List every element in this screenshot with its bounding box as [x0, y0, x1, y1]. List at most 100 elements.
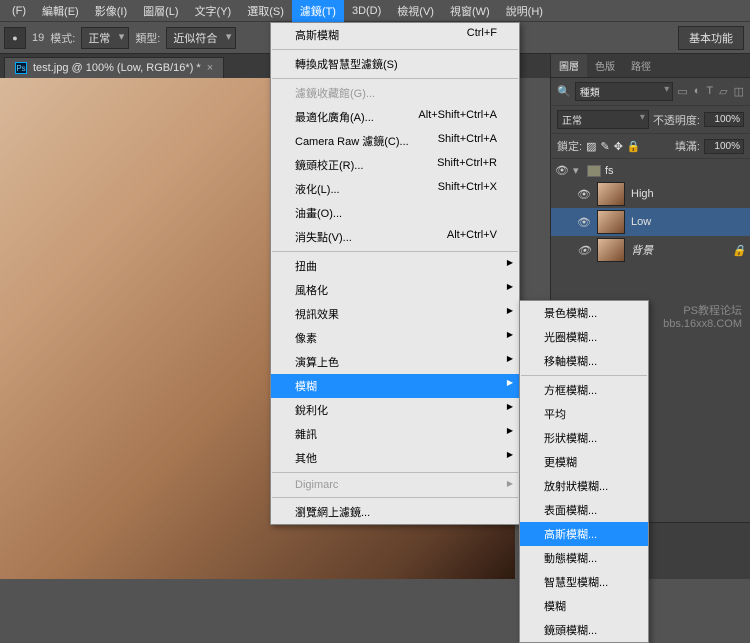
filter-menu-item[interactable]: 演算上色	[271, 350, 519, 374]
menu-window[interactable]: 視窗(W)	[442, 0, 498, 22]
blur-submenu-item[interactable]: 高斯模糊...	[520, 522, 648, 546]
lock-icon: 🔒	[732, 244, 746, 257]
filter-menu-item[interactable]: 風格化	[271, 278, 519, 302]
layer-list: 👁 ▾ fs 👁 High 👁 Low 👁 背景 🔒	[551, 159, 750, 264]
blur-submenu-item[interactable]: 平均	[520, 402, 648, 426]
type-label: 類型:	[135, 30, 160, 46]
ps-icon: Ps	[15, 62, 27, 74]
blur-submenu-item[interactable]: 智慧型模糊...	[520, 570, 648, 594]
layer-name: Low	[631, 216, 651, 228]
layer-high[interactable]: 👁 High	[551, 180, 750, 208]
filter-menu-item[interactable]: 油畫(O)...	[271, 201, 519, 225]
menu-view[interactable]: 檢視(V)	[389, 0, 442, 22]
brush-size-value[interactable]: 19	[32, 32, 44, 44]
folder-icon	[587, 165, 601, 177]
blur-submenu-item[interactable]: 景色模糊...	[520, 301, 648, 325]
filter-image-icon[interactable]: ▭	[677, 85, 687, 98]
filter-menu-item: Digimarc	[271, 475, 519, 495]
filter-menu-item[interactable]: 消失點(V)...Alt+Ctrl+V	[271, 225, 519, 249]
filter-menu-item: 濾鏡收藏館(G)...	[271, 81, 519, 105]
menu-filter[interactable]: 濾鏡(T)	[292, 0, 344, 22]
menu-type[interactable]: 文字(Y)	[187, 0, 240, 22]
menubar: (F) 編輯(E) 影像(I) 圖層(L) 文字(Y) 選取(S) 濾鏡(T) …	[0, 0, 750, 22]
visibility-icon[interactable]: 👁	[577, 216, 591, 229]
layer-group[interactable]: 👁 ▾ fs	[551, 161, 750, 180]
lock-move-icon[interactable]: ✥	[614, 140, 623, 153]
filter-menu-item[interactable]: 模糊	[271, 374, 519, 398]
brush-preset[interactable]: ●	[4, 27, 26, 49]
menu-3d[interactable]: 3D(D)	[344, 2, 389, 20]
layer-kind-select[interactable]: 種類	[575, 82, 674, 101]
lock-label: 鎖定:	[557, 138, 582, 154]
filter-menu-item[interactable]: 液化(L)...Shift+Ctrl+X	[271, 177, 519, 201]
layer-low[interactable]: 👁 Low	[551, 208, 750, 236]
menu-image[interactable]: 影像(I)	[87, 0, 135, 22]
tab-layers[interactable]: 圖層	[551, 54, 587, 77]
blur-submenu-item[interactable]: 動態模糊...	[520, 546, 648, 570]
blend-mode-select[interactable]: 正常	[557, 110, 649, 129]
filter-menu-item[interactable]: 像素	[271, 326, 519, 350]
filter-menu-item[interactable]: 鏡頭校正(R)...Shift+Ctrl+R	[271, 153, 519, 177]
document-tab[interactable]: Ps test.jpg @ 100% (Low, RGB/16*) * ×	[4, 57, 224, 78]
search-icon[interactable]: 🔍	[557, 85, 571, 98]
fill-field[interactable]: 100%	[704, 139, 744, 154]
tab-paths[interactable]: 路徑	[623, 54, 659, 77]
blur-submenu-item[interactable]: 方框模糊...	[520, 378, 648, 402]
visibility-icon[interactable]: 👁	[555, 164, 569, 177]
blur-submenu-item[interactable]: 更模糊	[520, 450, 648, 474]
layer-thumb	[597, 238, 625, 262]
lock-paint-icon[interactable]: ✎	[600, 140, 609, 153]
watermark: PS教程论坛 bbs.16xx8.COM	[663, 305, 742, 331]
filter-smart-icon[interactable]: ◫	[734, 85, 744, 98]
document-title: test.jpg @ 100% (Low, RGB/16*) *	[33, 62, 201, 74]
menu-select[interactable]: 選取(S)	[239, 0, 292, 22]
layer-thumb	[597, 182, 625, 206]
blur-submenu-item[interactable]: 形狀模糊...	[520, 426, 648, 450]
layer-name: 背景	[631, 242, 653, 258]
filter-menu-item[interactable]: 最適化廣角(A)...Alt+Shift+Ctrl+A	[271, 105, 519, 129]
layer-background[interactable]: 👁 背景 🔒	[551, 236, 750, 264]
blur-submenu-item[interactable]: 放射狀模糊...	[520, 474, 648, 498]
filter-menu: 高斯模糊Ctrl+F 轉換成智慧型濾鏡(S) 濾鏡收藏館(G)...最適化廣角(A)…	[270, 22, 520, 525]
opacity-label: 不透明度:	[653, 112, 700, 128]
group-name: fs	[605, 165, 614, 177]
blur-submenu-item[interactable]: 鏡頭模糊...	[520, 618, 648, 642]
blur-submenu: 景色模糊...光圈模糊...移軸模糊... 方框模糊...平均形狀模糊...更模糊…	[519, 300, 649, 643]
filter-shape-icon[interactable]: ▱	[719, 85, 727, 98]
visibility-icon[interactable]: 👁	[577, 188, 591, 201]
filter-menu-item[interactable]: 轉換成智慧型濾鏡(S)	[271, 52, 519, 76]
filter-menu-item[interactable]: Camera Raw 濾鏡(C)...Shift+Ctrl+A	[271, 129, 519, 153]
layer-name: High	[631, 188, 654, 200]
opacity-field[interactable]: 100%	[704, 112, 744, 127]
filter-text-icon[interactable]: T	[706, 85, 713, 98]
menu-help[interactable]: 說明(H)	[498, 0, 551, 22]
visibility-icon[interactable]: 👁	[577, 244, 591, 257]
panel-tabs: 圖層 色版 路徑	[551, 54, 750, 78]
type-select[interactable]: 近似符合	[166, 27, 236, 49]
filter-adjust-icon[interactable]: ◐	[694, 85, 701, 98]
workspace-button[interactable]: 基本功能	[678, 26, 744, 50]
filter-menu-item[interactable]: 視訊效果	[271, 302, 519, 326]
filter-menu-item[interactable]: 高斯模糊Ctrl+F	[271, 23, 519, 47]
close-icon[interactable]: ×	[207, 62, 213, 74]
menu-file[interactable]: (F)	[4, 2, 34, 20]
tab-channels[interactable]: 色版	[587, 54, 623, 77]
fold-icon[interactable]: ▾	[573, 164, 583, 177]
layer-thumb	[597, 210, 625, 234]
menu-layer[interactable]: 圖層(L)	[135, 0, 186, 22]
filter-menu-item[interactable]: 瀏覽網上濾鏡...	[271, 500, 519, 524]
lock-all-icon[interactable]: 🔒	[627, 140, 641, 153]
blur-submenu-item[interactable]: 表面模糊...	[520, 498, 648, 522]
mode-label: 模式:	[50, 30, 75, 46]
lock-transparent-icon[interactable]: ▨	[586, 140, 596, 153]
filter-menu-item[interactable]: 其他	[271, 446, 519, 470]
filter-menu-item[interactable]: 扭曲	[271, 254, 519, 278]
filter-menu-item[interactable]: 雜訊	[271, 422, 519, 446]
mode-select[interactable]: 正常	[81, 27, 129, 49]
fill-label: 填滿:	[675, 138, 700, 154]
blur-submenu-item[interactable]: 移軸模糊...	[520, 349, 648, 373]
menu-edit[interactable]: 編輯(E)	[34, 0, 87, 22]
filter-menu-item[interactable]: 銳利化	[271, 398, 519, 422]
blur-submenu-item[interactable]: 光圈模糊...	[520, 325, 648, 349]
blur-submenu-item[interactable]: 模糊	[520, 594, 648, 618]
